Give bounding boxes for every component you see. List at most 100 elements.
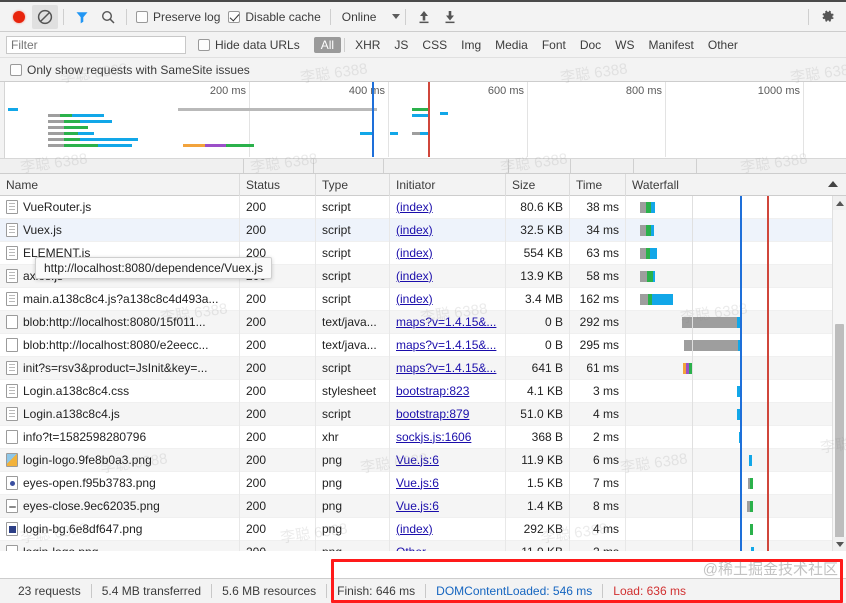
cell-initiator[interactable]: bootstrap:823 xyxy=(390,379,506,403)
cell-name[interactable]: main.a138c8c4.js?a138c8c4d493a... xyxy=(0,287,240,311)
cell-name[interactable]: eyes-open.f95b3783.png xyxy=(0,471,240,495)
table-row[interactable]: Login.a138c8c4.css 200 stylesheet bootstrap… xyxy=(0,379,846,403)
table-row[interactable]: info?t=1582598280796 200 xhr sockjs.js:1606… xyxy=(0,425,846,449)
initiator-link[interactable]: (index) xyxy=(396,269,433,283)
cell-name[interactable]: Vuex.js xyxy=(0,218,240,242)
type-filter-ws[interactable]: WS xyxy=(608,37,641,53)
type-filter-css[interactable]: CSS xyxy=(415,37,454,53)
cell-name[interactable]: login-logo.9fe8b0a3.png xyxy=(0,448,240,472)
overview-horizontal-scrollbar[interactable] xyxy=(0,158,846,173)
scroll-down-arrow-icon[interactable] xyxy=(833,537,846,551)
cell-name[interactable]: VueRouter.js xyxy=(0,196,240,219)
cell-initiator[interactable]: Other xyxy=(390,540,506,552)
filter-toggle-button[interactable] xyxy=(69,5,95,29)
column-header-type[interactable]: Type xyxy=(316,173,390,196)
cell-initiator[interactable]: maps?v=1.4.15&... xyxy=(390,310,506,334)
table-row[interactable]: login-logo.9fe8b0a3.png 200 png Vue.js:6 11.… xyxy=(0,448,846,472)
column-header-size[interactable]: Size xyxy=(506,173,570,196)
table-row[interactable]: blob:http://localhost:8080/15f011... 200 t… xyxy=(0,310,846,334)
scroll-up-arrow-icon[interactable] xyxy=(833,196,846,210)
table-row[interactable]: Vuex.js 200 script (index) 32.5 KB 34 ms xyxy=(0,218,846,242)
table-row[interactable]: login-logo.png 200 png Other 11.9 KB 2 ms xyxy=(0,540,846,552)
column-header-waterfall[interactable]: Waterfall xyxy=(626,174,846,196)
initiator-link[interactable]: sockjs.js:1606 xyxy=(396,430,471,444)
initiator-link[interactable]: Vue.js:6 xyxy=(396,476,439,490)
table-row[interactable]: init?s=rsv3&product=JsInit&key=... 200 scr… xyxy=(0,356,846,380)
table-row[interactable]: login-bg.6e8df647.png 200 png (index) 292 KB… xyxy=(0,517,846,541)
preserve-log-checkbox-box[interactable] xyxy=(136,10,148,23)
cell-initiator[interactable]: sockjs.js:1606 xyxy=(390,425,506,449)
initiator-link[interactable]: Vue.js:6 xyxy=(396,453,439,467)
column-header-time[interactable]: Time xyxy=(570,173,626,196)
column-header-status[interactable]: Status xyxy=(240,173,316,196)
table-row[interactable]: blob:http://localhost:8080/e2eecc... 200 t… xyxy=(0,333,846,357)
clear-button[interactable] xyxy=(32,4,58,29)
type-filter-xhr[interactable]: XHR xyxy=(348,37,387,53)
cell-initiator[interactable]: (index) xyxy=(390,517,506,541)
requests-table-body[interactable]: VueRouter.js 200 script (index) 80.6 KB 38 ms… xyxy=(0,196,846,551)
hide-data-urls-checkbox-box[interactable] xyxy=(198,38,210,51)
cell-name[interactable]: blob:http://localhost:8080/15f011... xyxy=(0,310,240,334)
cell-initiator[interactable]: Vue.js:6 xyxy=(390,494,506,518)
initiator-link[interactable]: (index) xyxy=(396,522,433,536)
type-filter-media[interactable]: Media xyxy=(488,37,535,53)
cell-initiator[interactable]: maps?v=1.4.15&... xyxy=(390,356,506,380)
initiator-link[interactable]: maps?v=1.4.15&... xyxy=(396,361,496,375)
samesite-checkbox[interactable]: Only show requests with SameSite issues xyxy=(10,63,250,77)
cell-initiator[interactable]: Vue.js:6 xyxy=(390,448,506,472)
initiator-link[interactable]: (index) xyxy=(396,292,433,306)
type-filter-doc[interactable]: Doc xyxy=(573,37,608,53)
table-row[interactable]: Login.a138c8c4.js 200 script bootstrap:879 5… xyxy=(0,402,846,426)
disable-cache-checkbox[interactable]: Disable cache xyxy=(228,10,321,24)
initiator-link[interactable]: bootstrap:823 xyxy=(396,384,469,398)
type-filter-font[interactable]: Font xyxy=(535,37,573,53)
column-header-name[interactable]: Name xyxy=(0,173,240,196)
cell-name[interactable]: init?s=rsv3&product=JsInit&key=... xyxy=(0,356,240,380)
cell-name[interactable]: eyes-close.9ec62035.png xyxy=(0,494,240,518)
table-row[interactable]: eyes-open.f95b3783.png 200 png Vue.js:6 1.5 … xyxy=(0,471,846,495)
type-filter-all[interactable]: All xyxy=(313,36,342,53)
cell-name[interactable]: Login.a138c8c4.css xyxy=(0,379,240,403)
initiator-link[interactable]: (index) xyxy=(396,223,433,237)
cell-initiator[interactable]: (index) xyxy=(390,264,506,288)
requests-vertical-scrollbar[interactable] xyxy=(832,196,846,551)
cell-initiator[interactable]: (index) xyxy=(390,196,506,219)
cell-initiator[interactable]: (index) xyxy=(390,241,506,265)
cell-name[interactable]: Login.a138c8c4.js xyxy=(0,402,240,426)
settings-button[interactable] xyxy=(814,5,840,29)
cell-name[interactable]: login-bg.6e8df647.png xyxy=(0,517,240,541)
type-filter-manifest[interactable]: Manifest xyxy=(642,37,701,53)
initiator-link[interactable]: (index) xyxy=(396,246,433,260)
search-button[interactable] xyxy=(95,5,121,29)
column-header-initiator[interactable]: Initiator xyxy=(390,173,506,196)
type-filter-js[interactable]: JS xyxy=(387,37,415,53)
filter-input[interactable] xyxy=(6,35,186,54)
cell-initiator[interactable]: maps?v=1.4.15&... xyxy=(390,333,506,357)
initiator-link[interactable]: bootstrap:879 xyxy=(396,407,469,421)
initiator-link[interactable]: (index) xyxy=(396,200,433,214)
table-row[interactable]: VueRouter.js 200 script (index) 80.6 KB 38 ms xyxy=(0,196,846,219)
initiator-link[interactable]: Other xyxy=(396,545,426,552)
scrollbar-thumb[interactable] xyxy=(835,324,844,551)
cell-initiator[interactable]: Vue.js:6 xyxy=(390,471,506,495)
initiator-link[interactable]: Vue.js:6 xyxy=(396,499,439,513)
type-filter-other[interactable]: Other xyxy=(701,37,745,53)
cell-name[interactable]: login-logo.png xyxy=(0,540,240,551)
table-row[interactable]: main.a138c8c4.js?a138c8c4d493a... 200 scri… xyxy=(0,287,846,311)
export-har-button[interactable] xyxy=(437,5,463,29)
import-har-button[interactable] xyxy=(411,5,437,29)
throttle-dropdown[interactable]: Online xyxy=(342,10,401,24)
cell-initiator[interactable]: (index) xyxy=(390,287,506,311)
disable-cache-checkbox-box[interactable] xyxy=(228,10,241,23)
samesite-checkbox-box[interactable] xyxy=(10,63,22,76)
initiator-link[interactable]: maps?v=1.4.15&... xyxy=(396,315,496,329)
preserve-log-checkbox[interactable]: Preserve log xyxy=(136,10,220,24)
initiator-link[interactable]: maps?v=1.4.15&... xyxy=(396,338,496,352)
cell-initiator[interactable]: bootstrap:879 xyxy=(390,402,506,426)
record-button[interactable] xyxy=(6,5,32,29)
cell-name[interactable]: blob:http://localhost:8080/e2eecc... xyxy=(0,333,240,357)
cell-initiator[interactable]: (index) xyxy=(390,218,506,242)
hide-data-urls-checkbox[interactable]: Hide data URLs xyxy=(198,38,300,52)
table-row[interactable]: eyes-close.9ec62035.png 200 png Vue.js:6 1.4… xyxy=(0,494,846,518)
network-overview-timeline[interactable]: 200 ms400 ms600 ms800 ms1000 ms1200 ms xyxy=(0,82,846,174)
